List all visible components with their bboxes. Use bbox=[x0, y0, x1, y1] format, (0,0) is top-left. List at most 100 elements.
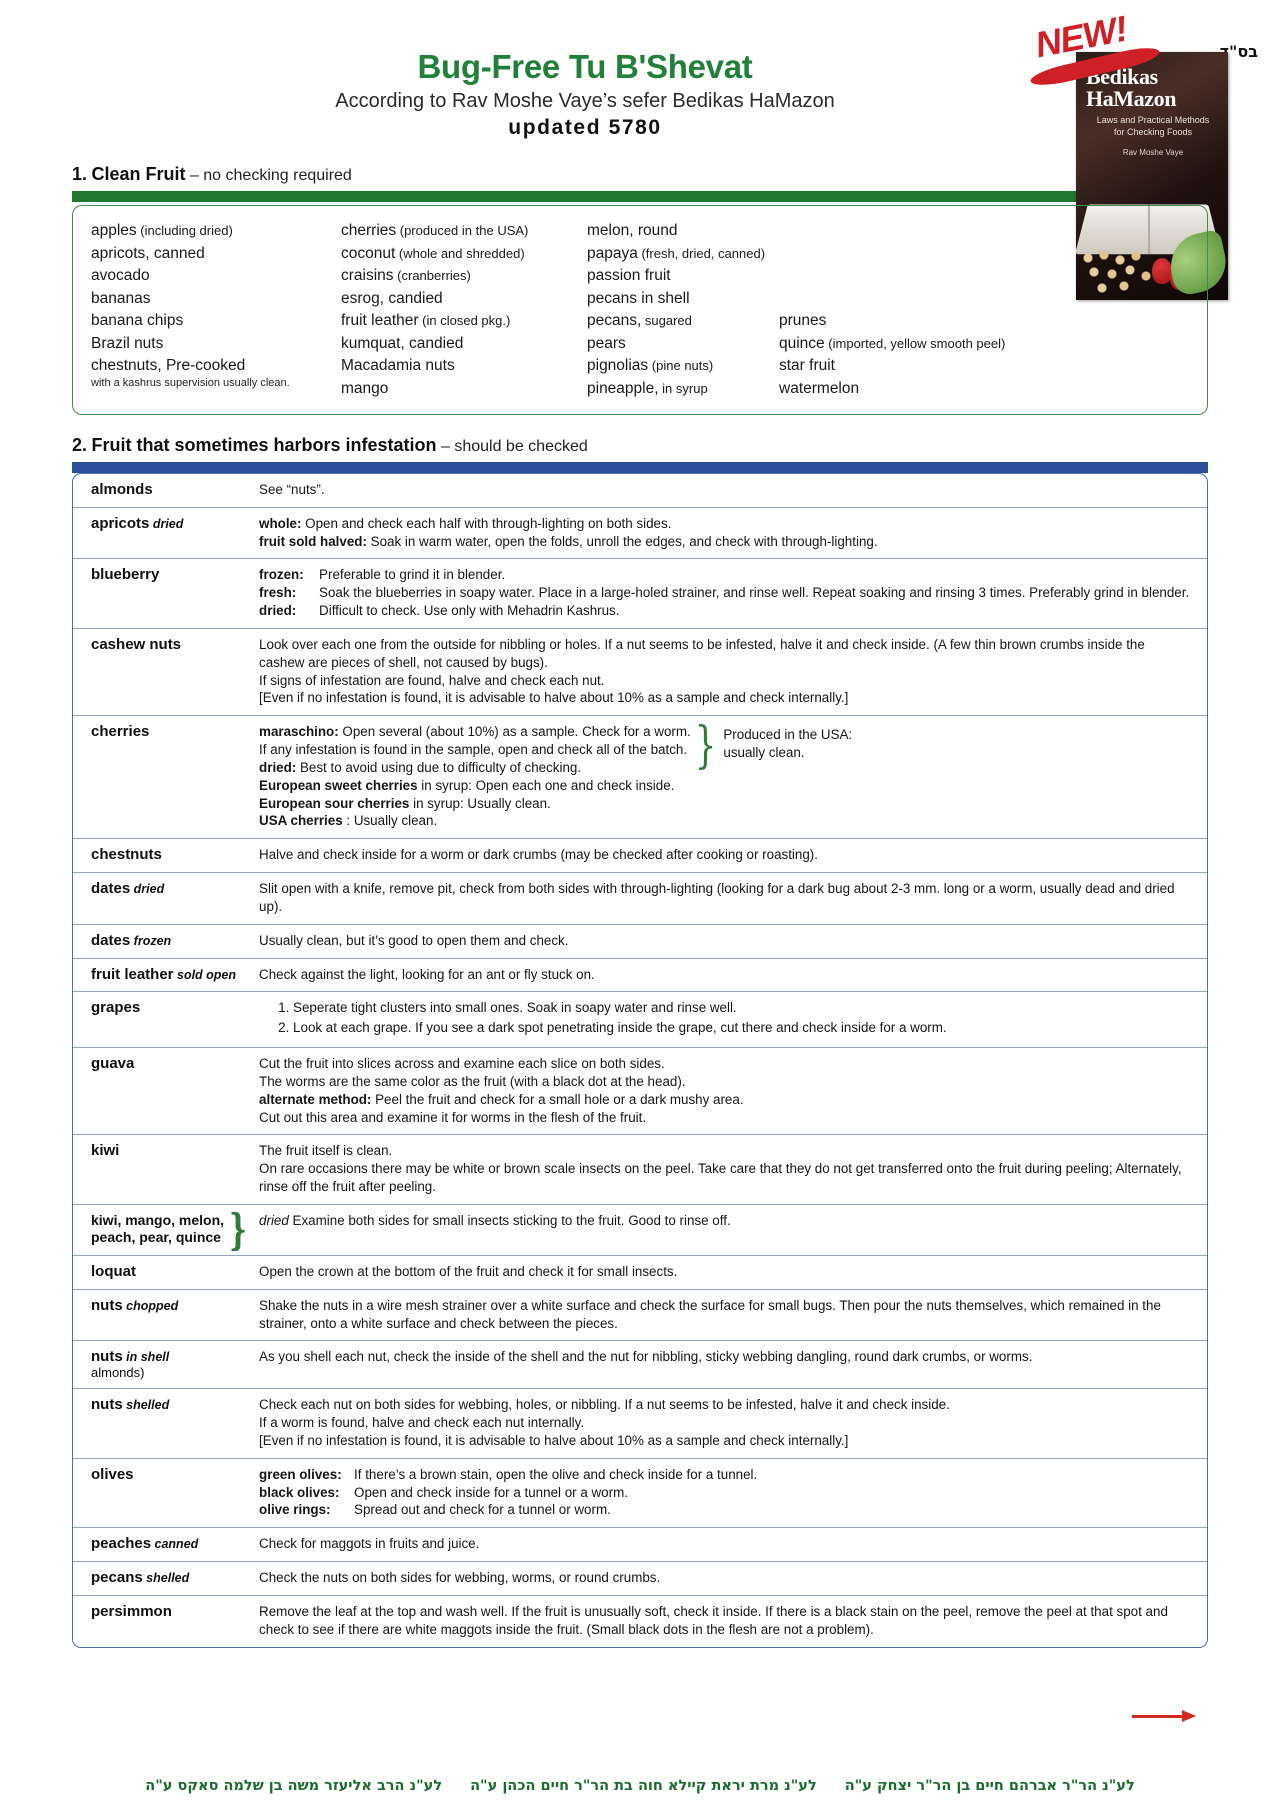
clean-fruit-item: pears bbox=[587, 335, 779, 358]
instruction-label: olive rings: bbox=[259, 1502, 331, 1518]
instruction-text: Cut out this area and examine it for wor… bbox=[259, 1109, 647, 1125]
clean-fruit-item-qualifier: (fresh, dried, canned) bbox=[637, 245, 766, 261]
fruit-name: cashew nuts bbox=[91, 635, 182, 653]
instruction-label: USA cherries bbox=[259, 813, 347, 829]
clean-fruit-column: apples (including dried) apricots, canned… bbox=[91, 222, 341, 402]
instruction-text: Check the nuts on both sides for webbing… bbox=[259, 1570, 661, 1586]
section2-note: – should be checked bbox=[440, 438, 588, 455]
clean-fruit-item-name: bananas bbox=[91, 289, 151, 307]
clean-fruit-item: passion fruit bbox=[587, 267, 779, 290]
fruit-name-cell: persimmon bbox=[73, 1594, 254, 1647]
clean-fruit-item-name: apricots, canned bbox=[91, 244, 205, 262]
clean-fruit-item: quince (imported, yellow smooth peel) bbox=[779, 335, 1005, 358]
instruction-line: European sweet cherries in syrup: Open e… bbox=[259, 777, 691, 795]
fruit-name: nuts bbox=[91, 1296, 123, 1314]
clean-fruit-item-qualifier: (imported, yellow smooth peel) bbox=[824, 335, 1006, 351]
section2-blue-bar bbox=[72, 462, 1208, 473]
fruit-name: dates bbox=[91, 931, 131, 949]
instructions-cell: frozen: Preferable to grind it in blender… bbox=[253, 558, 1207, 627]
instruction-text: On rare occasions there may be white or … bbox=[259, 1161, 1182, 1195]
instruction-text: Remove the leaf at the top and wash well… bbox=[259, 1603, 1168, 1637]
clean-fruit-item-name: Brazil nuts bbox=[91, 334, 164, 352]
table-row: cashew nuts Look over each one from the o… bbox=[73, 627, 1207, 715]
table-row: nuts shelled Check each nut on both sides… bbox=[73, 1388, 1207, 1457]
instruction-line: Shake the nuts in a wire mesh strainer o… bbox=[259, 1297, 1193, 1333]
instruction-line: Remove the leaf at the top and wash well… bbox=[259, 1603, 1193, 1639]
instructions-cell: Cut the fruit into slices across and exa… bbox=[253, 1047, 1207, 1134]
clean-fruit-item: pecans in shell bbox=[587, 290, 779, 313]
instruction-line: Slit open with a knife, remove pit, chec… bbox=[259, 880, 1193, 916]
fruit-name: nuts bbox=[91, 1348, 123, 1366]
instruction-line: dried: Best to avoid using due to diffic… bbox=[259, 759, 691, 777]
instructions-cell: Remove the leaf at the top and wash well… bbox=[253, 1594, 1207, 1647]
document-page: בס"ד Bug-Free Tu B'Shevat According to R… bbox=[0, 0, 1280, 1810]
fruit-name-cell: dates frozen bbox=[73, 923, 254, 958]
instructions-cell: green olives: If there’s a brown stain, o… bbox=[253, 1457, 1207, 1527]
infestation-table: almonds See “nuts”. apricots dried whole: O… bbox=[72, 473, 1208, 1648]
instructions-cell: Usually clean, but it’s good to open the… bbox=[253, 923, 1207, 958]
fruit-name-qualifier: shelled bbox=[142, 1571, 190, 1586]
table-row: dates dried Slit open with a knife, remov… bbox=[73, 872, 1207, 924]
fruit-name: blueberry bbox=[91, 566, 160, 584]
table-row: guava Cut the fruit into slices across an… bbox=[73, 1047, 1207, 1134]
table-row: cherries maraschino: Open several (about … bbox=[73, 715, 1207, 838]
instruction-text: Soak the blueberries in soapy water. Pla… bbox=[319, 585, 1190, 601]
fruit-name: olives bbox=[91, 1465, 134, 1483]
clean-fruit-item-qualifier: (including dried) bbox=[136, 223, 233, 238]
clean-fruit-item-name: pecans, bbox=[587, 312, 642, 329]
instruction-text: If there’s a brown stain, open the olive… bbox=[354, 1466, 758, 1482]
clean-fruit-item-qualifier: sugared bbox=[641, 313, 692, 328]
cherries-brace-icon: } bbox=[694, 717, 717, 776]
fruit-name-qualifier: dried bbox=[149, 516, 184, 531]
instruction-label: European sour cherries bbox=[259, 795, 414, 811]
instruction-text: : Usually clean. bbox=[346, 813, 438, 829]
clean-fruit-item-name: melon, round bbox=[587, 222, 678, 239]
instruction-list-item: Seperate tight clusters into small ones.… bbox=[293, 999, 1193, 1017]
instruction-line: If a worm is found, halve and check each… bbox=[259, 1414, 1193, 1432]
clean-fruit-item-name: chestnuts, Pre-cooked bbox=[91, 357, 246, 374]
instruction-line: [Even if no infestation is found, it is … bbox=[259, 689, 1193, 707]
clean-fruit-item: avocado bbox=[91, 267, 341, 290]
instruction-text: If signs of infestation are found, halve… bbox=[259, 672, 605, 688]
instruction-line: Check the nuts on both sides for webbing… bbox=[259, 1569, 1193, 1587]
instruction-text: Spread out and check for a tunnel or wor… bbox=[354, 1502, 611, 1518]
table-row: chestnuts Halve and check inside for a wo… bbox=[73, 838, 1207, 872]
section1-green-bar bbox=[72, 191, 1208, 202]
clean-fruit-item-name: pineapple, bbox=[587, 379, 659, 397]
instruction-line: maraschino: Open several (about 10%) as … bbox=[259, 723, 691, 741]
instruction-line: olive rings: Spread out and check for a t… bbox=[259, 1501, 1193, 1519]
instruction-text: Open and check each half with through-li… bbox=[305, 515, 672, 531]
memorial-footer: לע"נ הר"ר אברהם חיים בן הר"ר יצחק ע"ה לע"… bbox=[0, 1778, 1280, 1794]
instruction-label: maraschino: bbox=[259, 724, 343, 740]
clean-fruit-item: star fruit bbox=[779, 357, 1005, 380]
instructions-cell: Check the nuts on both sides for webbing… bbox=[253, 1561, 1207, 1595]
instruction-text: The fruit itself is clean. bbox=[259, 1143, 393, 1159]
instruction-line: See “nuts”. bbox=[259, 481, 1193, 499]
section1-number: 1. bbox=[72, 164, 88, 184]
instruction-text: See “nuts”. bbox=[259, 482, 325, 497]
section2-heading: 2. Fruit that sometimes harbors infestat… bbox=[0, 435, 1280, 456]
fruit-name: persimmon bbox=[91, 1602, 172, 1620]
clean-fruit-item-qualifier: (in closed pkg.) bbox=[418, 313, 511, 328]
cherries-instructions: maraschino: Open several (about 10%) as … bbox=[259, 717, 1193, 830]
instruction-text: Slit open with a knife, remove pit, chec… bbox=[259, 881, 1175, 914]
table-row: peaches canned Check for maggots in fruit… bbox=[73, 1527, 1207, 1561]
updated-label: updated 5780 bbox=[508, 115, 662, 139]
section2-number: 2. bbox=[72, 435, 88, 455]
fruit-name: nuts bbox=[91, 1396, 123, 1414]
fruit-name-cell: kiwi, mango, melon, peach, pear, quince} bbox=[73, 1203, 254, 1255]
table-row: loquat Open the crown at the bottom of th… bbox=[73, 1254, 1207, 1289]
instruction-text: Usually clean, but it’s good to open the… bbox=[259, 932, 569, 948]
clean-fruit-column: cherries (produced in the USA) coconut (w… bbox=[341, 222, 587, 402]
instruction-text: If any infestation is found in the sampl… bbox=[259, 742, 688, 758]
instruction-label: black olives: bbox=[259, 1484, 340, 1500]
instruction-text: [Even if no infestation is found, it is … bbox=[259, 1432, 849, 1448]
instruction-line: European sour cherries in syrup: Usually… bbox=[259, 795, 691, 813]
table-row: kiwi The fruit itself is clean. On rare oc… bbox=[73, 1134, 1207, 1203]
instruction-line: Check each nut on both sides for webbing… bbox=[259, 1396, 1193, 1414]
instruction-text: The worms are the same color as the frui… bbox=[259, 1073, 686, 1089]
clean-fruit-item: apples (including dried) bbox=[91, 222, 341, 245]
clean-fruit-item: pecans, sugared bbox=[587, 312, 779, 335]
instruction-line: USA cherries : Usually clean. bbox=[259, 812, 691, 830]
clean-fruit-item: mango bbox=[341, 380, 587, 403]
